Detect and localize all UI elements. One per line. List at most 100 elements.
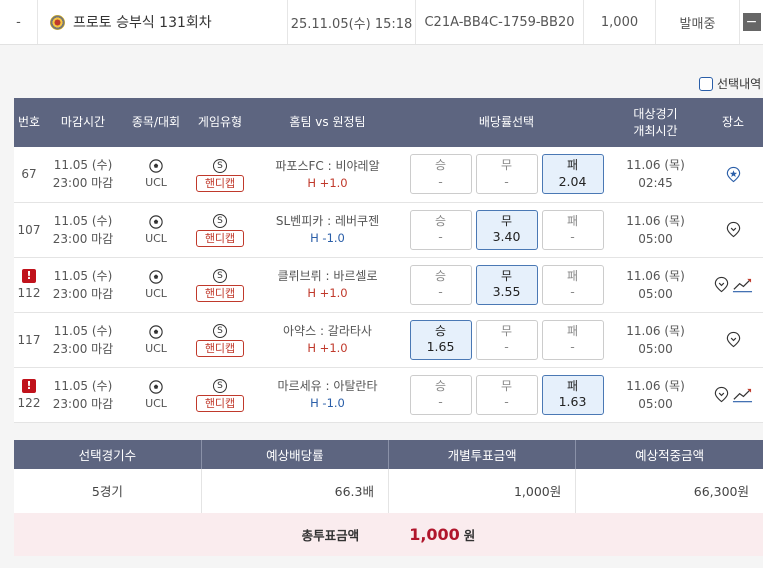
odds-label: 패 [566,268,579,283]
odds-label: 무 [500,213,513,228]
odds-label: 무 [500,158,513,173]
odds-button-0[interactable]: 승 - [409,209,472,250]
sport-cell: UCL [122,202,190,258]
odds-button-1[interactable]: 무 - [475,374,538,415]
match-time: 05:00 [638,231,673,246]
star-location-icon[interactable] [725,166,742,183]
slip-status: 발매중 [656,0,740,44]
league-name: UCL [145,341,167,355]
venue-cell [703,257,763,313]
handicap-value: H +1.0 [307,285,348,300]
alert-icon: ! [22,379,36,393]
odds-button-2[interactable]: 패 - [541,319,604,360]
odds-button-0[interactable]: 승 - [409,374,472,415]
odds-value: 3.40 [492,229,521,245]
stats-chart-icon[interactable] [732,386,753,404]
summary-header-payout: 예상적중금액 [575,440,763,469]
handicap-badge: 핸디캡 [196,395,244,412]
game-row: 117 11.05 (수) 23:00 마감 UCL S 핸디캡 아약스 : 갈… [14,312,763,368]
gtype-cell: S 핸디캡 [190,312,250,368]
odds-button-2[interactable]: 패 - [541,264,604,305]
proto-logo-icon [50,14,65,30]
slip-date: 25.11.05(수) 15:18 [288,0,416,44]
odds-group: 승 - 무 - 패 2.04 [405,154,608,195]
league-name: UCL [145,396,167,410]
team-names: 마르세유 : 아탈란타 [277,378,378,393]
sport-cell: UCL [122,147,190,203]
odds-group: 승 - 무 3.40 패 - [405,209,608,250]
header-match-time: 대상경기 개최시간 [608,98,703,147]
stats-chart-icon[interactable] [732,276,753,294]
handicap-value: H -1.0 [310,395,345,410]
league-name: UCL [145,286,167,300]
deadline-cell: 11.05 (수) 23:00 마감 [44,202,122,258]
location-icon[interactable] [725,221,742,238]
special-badge-icon: S [213,269,227,283]
handicap-value: H -1.0 [310,230,345,245]
odds-button-0[interactable]: 승 1.65 [409,319,472,360]
select-history-checkbox[interactable] [699,76,713,91]
location-icon[interactable] [725,331,742,348]
teams-cell: 마르세유 : 아탈란타 H -1.0 [250,367,405,423]
odds-cell: 승 - 무 - 패 1.63 [405,367,608,423]
header-match-time-line1: 대상경기 [633,106,678,121]
deadline-cell: 11.05 (수) 23:00 마감 [44,367,122,423]
odds-value: - [438,229,443,245]
deadline-cell: 11.05 (수) 23:00 마감 [44,257,122,313]
gtype-cell: S 핸디캡 [190,202,250,258]
odds-button-0[interactable]: 승 - [409,154,472,195]
location-icon[interactable] [713,386,730,403]
odds-button-2[interactable]: 패 2.04 [541,154,604,195]
summary-header-stake: 개별투표금액 [388,440,577,469]
game-no-cell: 117 [14,312,44,368]
special-badge-icon: S [213,214,227,228]
summary-stake: 1,000원 [388,469,577,514]
venue-icons [703,166,763,183]
venue-icons [703,331,763,348]
match-time: 05:00 [638,286,673,301]
odds-label: 승 [434,268,447,283]
total-amount: 1,000 [409,525,460,544]
collapse-button[interactable]: − [742,13,761,31]
slip-title: 프로토 승부식 131회차 [73,15,212,31]
odds-button-1[interactable]: 무 - [475,319,538,360]
game-no-cell: ! 122 [14,367,44,423]
summary-header-count: 선택경기수 [14,440,202,469]
game-no: 112 [17,286,41,300]
select-history-label: 선택내역 [717,77,762,91]
bet-summary-table: 선택경기수 예상배당률 개별투표금액 예상적중금액 5경기 66.3배 1,00… [14,440,763,514]
odds-button-2[interactable]: 패 1.63 [541,374,604,415]
location-icon[interactable] [713,276,730,293]
league-name: UCL [145,176,167,190]
odds-button-1[interactable]: 무 3.55 [475,264,538,305]
deadline-date: 11.05 (수) [53,213,113,228]
odds-button-1[interactable]: 무 3.40 [475,209,538,250]
slip-code: C21A-BB4C-1759-BB20 [416,0,584,44]
odds-button-1[interactable]: 무 - [475,154,538,195]
game-no-cell: 67 [14,147,44,203]
odds-button-0[interactable]: 승 - [409,264,472,305]
total-bet-bar: 총투표금액 1,000 원 [14,513,763,556]
special-badge-icon: S [213,324,227,338]
handicap-badge: 핸디캡 [196,285,244,302]
summary-count: 5경기 [14,469,202,514]
venue-icons [703,221,763,238]
odds-value: - [438,173,443,189]
odds-value: - [504,339,509,355]
odds-value: 1.63 [558,394,587,410]
teams-cell: SL벤피카 : 레버쿠젠 H -1.0 [250,202,405,258]
game-no: 107 [17,222,41,237]
game-no-cell: ! 112 [14,257,44,313]
odds-cell: 승 - 무 - 패 2.04 [405,147,608,203]
venue-cell [703,367,763,423]
soccer-ball-icon [149,269,163,284]
deadline-time: 23:00 마감 [52,286,114,301]
gtype-cell: S 핸디캡 [190,147,250,203]
header-venue: 장소 [703,98,763,147]
match-time: 02:45 [638,176,673,191]
select-history-toggle[interactable]: 선택내역 [699,75,761,92]
handicap-value: H +1.0 [307,175,348,190]
odds-button-2[interactable]: 패 - [541,209,604,250]
games-table-header: 번호 마감시간 종목/대회 게임유형 홈팀 vs 원정팀 배당률선택 대상경기 … [14,98,763,147]
slip-summary-row: - 프로토 승부식 131회차 25.11.05(수) 15:18 C21A-B… [0,0,763,45]
